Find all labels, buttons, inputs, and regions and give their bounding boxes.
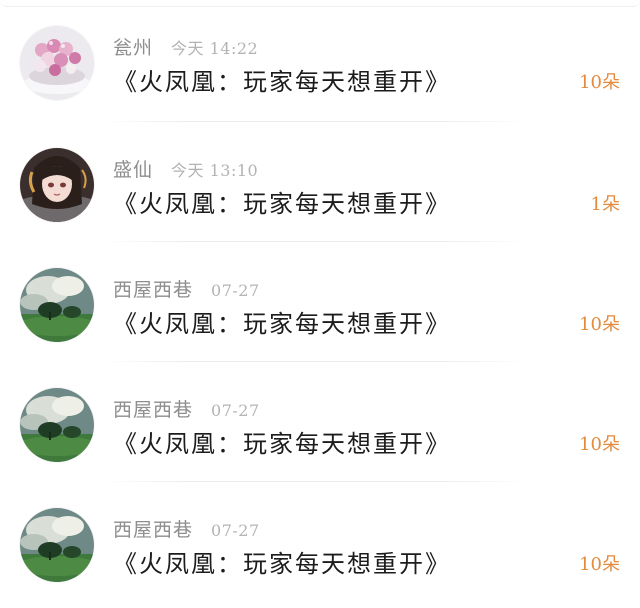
timestamp: 07-27 — [211, 281, 260, 300]
list-item[interactable]: 西屋西巷 07-27 《火凤凰：玩家每天想重开》 10朵 — [0, 362, 640, 482]
flower-count: 10朵 — [579, 554, 620, 575]
work-title[interactable]: 《火凤凰：玩家每天想重开》 — [113, 304, 451, 339]
flower-count: 10朵 — [579, 434, 620, 455]
landscape-avatar-icon[interactable] — [20, 508, 94, 582]
user-name[interactable]: 西屋西巷 — [113, 515, 193, 542]
flower-count: 10朵 — [579, 314, 620, 335]
landscape-avatar-icon[interactable] — [20, 388, 94, 462]
timestamp: 今天 13:10 — [171, 161, 259, 180]
user-name[interactable]: 盛仙 — [113, 155, 153, 182]
list-item[interactable]: 西屋西巷 07-27 《火凤凰：玩家每天想重开》 10朵 — [0, 482, 640, 602]
user-name[interactable]: 西屋西巷 — [113, 275, 193, 302]
user-name[interactable]: 西屋西巷 — [113, 395, 193, 422]
list-item[interactable]: 盛仙 今天 13:10 《火凤凰：玩家每天想重开》 1朵 — [0, 122, 640, 242]
comment-list-page: 瓮州 今天 14:22 《火凤凰：玩家每天想重开》 10朵 盛仙 今天 13:1… — [0, 0, 640, 608]
flower-count: 1朵 — [590, 194, 620, 215]
timestamp: 07-27 — [211, 521, 260, 540]
list-item[interactable]: 西屋西巷 07-27 《火凤凰：玩家每天想重开》 10朵 — [0, 242, 640, 362]
timestamp: 今天 14:22 — [171, 39, 259, 58]
dessert-avatar-icon[interactable] — [20, 26, 94, 100]
comment-meta: 西屋西巷 07-27 — [113, 395, 260, 422]
work-title[interactable]: 《火凤凰：玩家每天想重开》 — [113, 62, 451, 97]
comment-list: 瓮州 今天 14:22 《火凤凰：玩家每天想重开》 10朵 盛仙 今天 13:1… — [0, 0, 640, 602]
timestamp: 07-27 — [211, 401, 260, 420]
comment-meta: 盛仙 今天 13:10 — [113, 155, 259, 182]
list-item[interactable]: 瓮州 今天 14:22 《火凤凰：玩家每天想重开》 10朵 — [0, 0, 640, 122]
work-title[interactable]: 《火凤凰：玩家每天想重开》 — [113, 184, 451, 219]
flower-count: 10朵 — [579, 72, 620, 93]
comment-meta: 西屋西巷 07-27 — [113, 515, 260, 542]
work-title[interactable]: 《火凤凰：玩家每天想重开》 — [113, 424, 451, 459]
user-name[interactable]: 瓮州 — [113, 33, 153, 60]
comment-meta: 瓮州 今天 14:22 — [113, 33, 259, 60]
comment-meta: 西屋西巷 07-27 — [113, 275, 260, 302]
anime-girl-avatar-icon[interactable] — [20, 148, 94, 222]
landscape-avatar-icon[interactable] — [20, 268, 94, 342]
work-title[interactable]: 《火凤凰：玩家每天想重开》 — [113, 544, 451, 579]
